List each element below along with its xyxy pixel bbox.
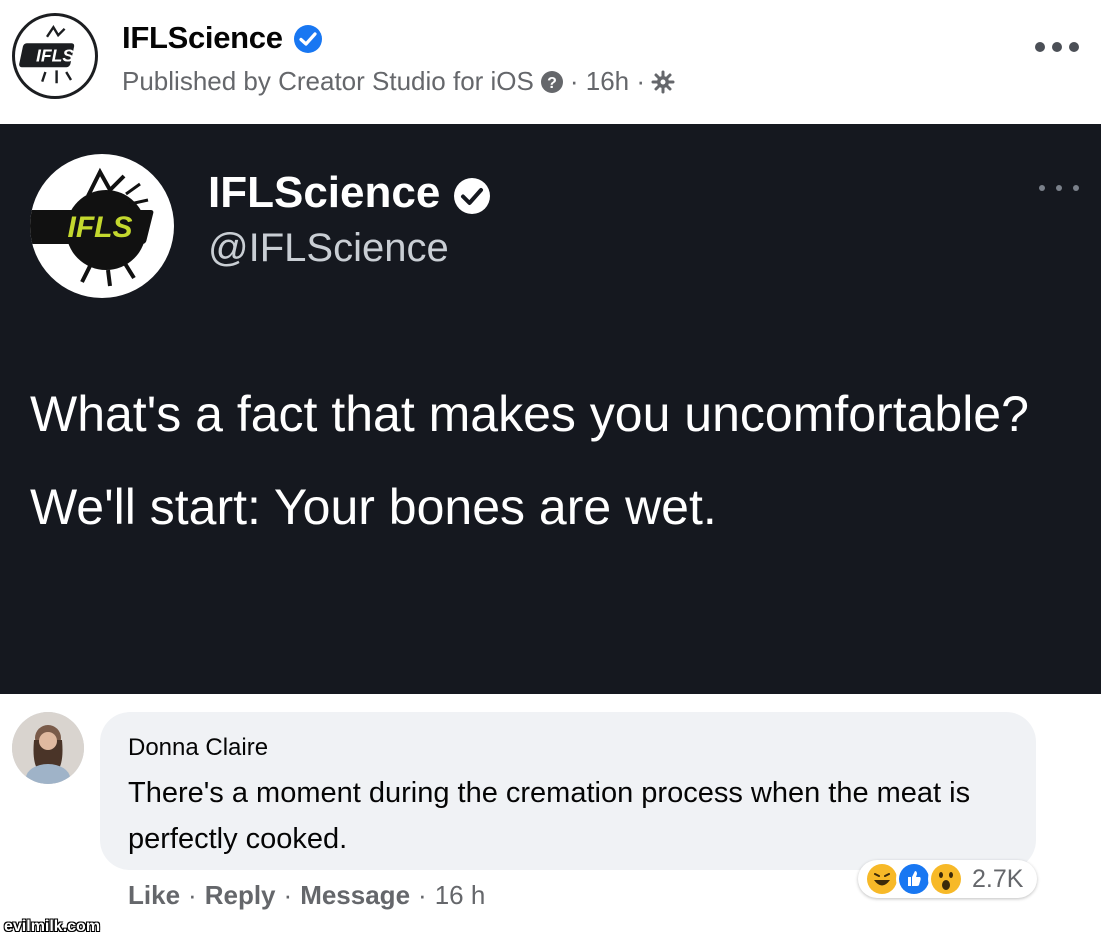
more-options-icon[interactable]	[1035, 40, 1079, 54]
verified-badge-icon	[294, 25, 322, 53]
haha-reaction-icon	[864, 861, 900, 897]
tweet-author-name: IFLScience	[208, 168, 441, 217]
like-button[interactable]: Like	[128, 880, 180, 911]
tweet-handle: @IFLScience	[208, 226, 449, 270]
separator-dot: ·	[188, 880, 197, 910]
post-time[interactable]: · 16h ·	[570, 66, 645, 97]
reaction-count: 2.7K	[972, 864, 1024, 893]
post-header: IFLS IFLScience Published by Creator Stu…	[0, 0, 1101, 124]
tweet-avatar-label: IFLS	[68, 211, 133, 244]
post-meta: Published by Creator Studio for iOS ? · …	[122, 66, 675, 97]
comment-text: There's a moment during the cremation pr…	[128, 777, 971, 855]
tweet-avatar: IFLS	[30, 154, 174, 298]
help-circle-icon[interactable]: ?	[540, 70, 564, 94]
comment-bubble: Donna Claire There's a moment during the…	[100, 712, 1036, 870]
tweet-text: What's a fact that makes you uncomfortab…	[30, 386, 1029, 535]
publisher-text: Published by Creator Studio for iOS	[122, 66, 534, 96]
like-reaction-icon	[896, 861, 932, 897]
verified-badge-icon	[454, 178, 490, 214]
page-name[interactable]: IFLScience	[122, 20, 283, 56]
comment-reactions[interactable]: 2.7K	[858, 860, 1038, 898]
comment-time[interactable]: 16 h	[435, 880, 486, 911]
comment-author[interactable]: Donna Claire	[128, 734, 268, 762]
watermark: evilmilk.com	[4, 918, 101, 935]
reply-button[interactable]: Reply	[205, 880, 276, 911]
more-options-icon	[1039, 184, 1079, 192]
separator-dot: ·	[283, 880, 293, 910]
message-button[interactable]: Message	[300, 880, 410, 911]
page-avatar[interactable]: IFLS	[12, 13, 98, 99]
gear-icon[interactable]	[651, 70, 675, 94]
wow-reaction-icon	[928, 861, 964, 897]
separator-dot: ·	[418, 880, 427, 910]
commenter-avatar[interactable]	[12, 712, 84, 784]
comment-actions: Like · Reply · Message · 16 h	[128, 880, 485, 911]
page-avatar-label: IFLS	[36, 46, 74, 66]
svg-text:?: ?	[547, 75, 557, 92]
tweet-card: IFLS IFLScience @IFLScience What's a fac…	[0, 124, 1101, 694]
